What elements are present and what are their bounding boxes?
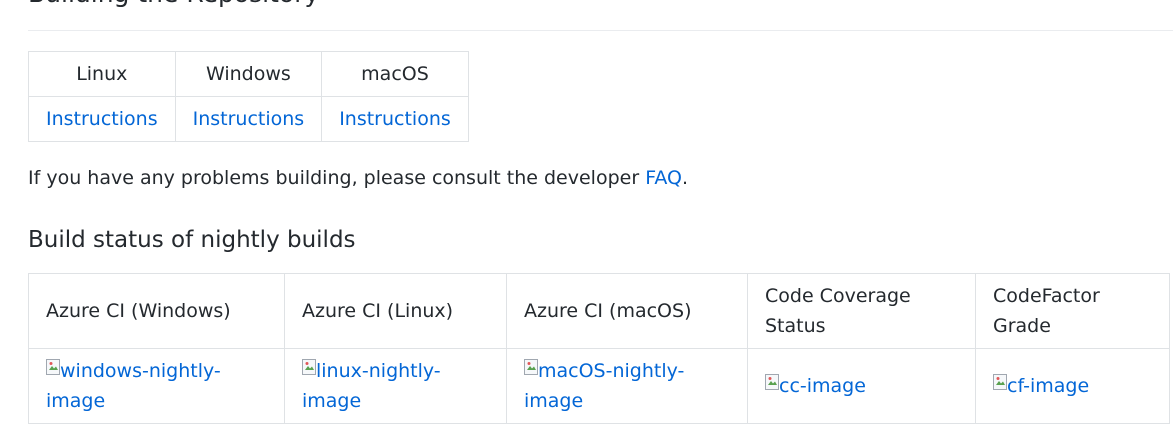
- linux-instructions-link[interactable]: Instructions: [46, 108, 158, 130]
- section-title-building: Building the Repository: [28, 0, 319, 14]
- header-code-coverage: Code Coverage Status: [747, 273, 976, 349]
- cell-coverage-badge: cc-image: [747, 348, 976, 424]
- cell-codefactor-badge: cf-image: [975, 348, 1170, 424]
- table-row: Instructions Instructions Instructions: [28, 96, 469, 142]
- cell-linux: Instructions: [28, 96, 176, 142]
- macos-nightly-alt-text: macOS-nightly-image: [524, 360, 685, 412]
- broken-image-icon: [993, 374, 1007, 390]
- header-codefactor: CodeFactor Grade: [975, 273, 1170, 349]
- broken-image-icon: [302, 359, 316, 375]
- broken-image-icon: [524, 359, 538, 375]
- table-row: windows-nightly-image linux-nightly-imag…: [28, 348, 1170, 424]
- faq-paragraph: If you have any problems building, pleas…: [28, 164, 688, 192]
- cf-image-alt-text: cf-image: [1007, 375, 1090, 397]
- cell-windows-badge: windows-nightly-image: [28, 348, 285, 424]
- faq-period: .: [682, 167, 689, 189]
- os-instructions-table: Linux Windows macOS Instructions Instruc…: [28, 51, 469, 142]
- cell-linux-badge: linux-nightly-image: [284, 348, 507, 424]
- macos-instructions-link[interactable]: Instructions: [339, 108, 451, 130]
- nightly-builds-table: Azure CI (Windows) Azure CI (Linux) Azur…: [28, 273, 1170, 424]
- header-azure-linux: Azure CI (Linux): [284, 273, 507, 349]
- code-coverage-badge-link[interactable]: cc-image: [765, 374, 866, 397]
- header-macos: macOS: [321, 51, 469, 97]
- codefactor-badge-link[interactable]: cf-image: [993, 374, 1090, 397]
- broken-image-icon: [765, 374, 779, 390]
- table-header-row: Linux Windows macOS: [28, 51, 469, 97]
- linux-nightly-badge-link[interactable]: linux-nightly-image: [302, 359, 441, 412]
- header-linux: Linux: [28, 51, 176, 97]
- linux-nightly-alt-text: linux-nightly-image: [302, 360, 441, 412]
- header-azure-macos: Azure CI (macOS): [506, 273, 748, 349]
- header-azure-windows: Azure CI (Windows): [28, 273, 285, 349]
- windows-instructions-link[interactable]: Instructions: [193, 108, 305, 130]
- faq-link[interactable]: FAQ: [645, 167, 682, 189]
- macos-nightly-badge-link[interactable]: macOS-nightly-image: [524, 359, 685, 412]
- windows-nightly-badge-link[interactable]: windows-nightly-image: [46, 359, 221, 412]
- section-title-nightly: Build status of nightly builds: [28, 227, 356, 253]
- cc-image-alt-text: cc-image: [779, 375, 866, 397]
- faq-text: If you have any problems building, pleas…: [28, 167, 646, 189]
- broken-image-icon: [46, 359, 60, 375]
- table-header-row: Azure CI (Windows) Azure CI (Linux) Azur…: [28, 273, 1170, 349]
- windows-nightly-alt-text: windows-nightly-image: [46, 360, 221, 412]
- title-divider: [28, 30, 1173, 31]
- cell-macos-badge: macOS-nightly-image: [506, 348, 748, 424]
- cell-windows: Instructions: [174, 96, 323, 142]
- cell-macos: Instructions: [321, 96, 469, 142]
- header-windows: Windows: [174, 51, 323, 97]
